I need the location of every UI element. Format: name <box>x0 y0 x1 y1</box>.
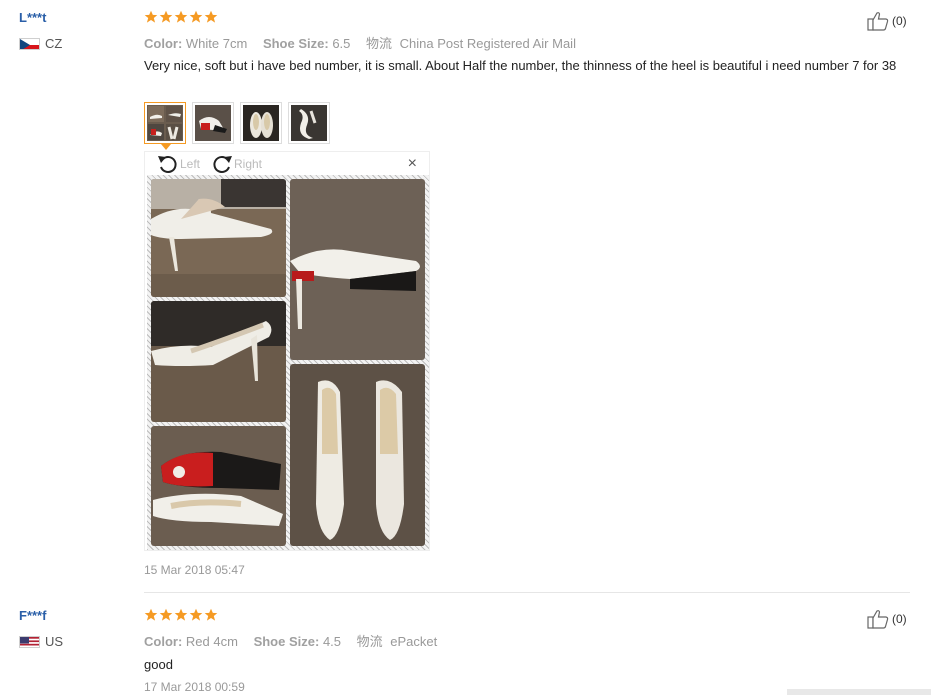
photo-thumbnail[interactable] <box>192 102 234 144</box>
star-icon <box>189 608 203 621</box>
reviewer-country: CZ <box>19 36 62 51</box>
size-value: 4.5 <box>322 634 342 649</box>
enlarged-photo <box>147 175 429 550</box>
order-attributes: Color: Red 4cm Shoe Size: 4.5 物流 ePacket <box>144 631 449 650</box>
shoe-photo-tile <box>151 426 286 546</box>
rotate-left-icon <box>158 156 177 174</box>
shoe-photo-tile <box>290 364 425 546</box>
shipping-label: 物流 <box>366 36 393 51</box>
review-divider <box>144 592 910 593</box>
review-item: L***t CZ Color: White 7cm Shoe Size: 6.5… <box>0 0 931 592</box>
review-photo-thumbnails <box>144 102 330 150</box>
rotate-right-icon <box>213 156 232 174</box>
country-code: US <box>45 634 64 649</box>
photo-thumbnail[interactable] <box>240 102 282 144</box>
photo-thumbnail[interactable] <box>144 102 186 150</box>
photo-thumbnail[interactable] <box>288 102 330 144</box>
star-icon <box>189 10 203 23</box>
reviewer-country: US <box>19 634 63 649</box>
shoe-photo-thumb <box>243 105 279 141</box>
close-icon[interactable]: × <box>408 155 417 173</box>
star-icon <box>159 608 173 621</box>
rotate-right-button[interactable]: Right <box>211 154 262 174</box>
color-label: Color: <box>144 634 183 649</box>
rotate-left-button[interactable]: Left <box>157 154 200 174</box>
viewer-toolbar: Left Right × <box>145 152 429 176</box>
helpful-count: (0) <box>892 612 907 626</box>
review-text: Very nice, soft but i have bed number, i… <box>144 58 897 73</box>
star-rating <box>144 608 218 622</box>
helpful-button[interactable]: (0) <box>867 11 907 31</box>
shoe-photo-thumb <box>147 105 183 141</box>
review-date: 15 Mar 2018 05:47 <box>144 563 245 577</box>
order-attributes: Color: White 7cm Shoe Size: 6.5 物流 China… <box>144 33 588 52</box>
review-item: F***f US Color: Red 4cm Shoe Size: 4.5 物… <box>0 598 931 695</box>
color-label: Color: <box>144 36 183 51</box>
review-date: 17 Mar 2018 00:59 <box>144 680 245 694</box>
review-text: good <box>144 657 173 672</box>
rotate-right-label: Right <box>234 157 263 171</box>
shoe-photo-thumb <box>291 105 327 141</box>
shipping-value: China Post Registered Air Mail <box>399 36 576 51</box>
shoe-photo-tile <box>151 179 286 297</box>
thumbs-up-icon <box>867 12 889 31</box>
horizontal-scrollbar[interactable] <box>787 689 931 695</box>
star-icon <box>204 608 218 621</box>
star-icon <box>144 10 158 23</box>
size-label: Shoe Size: <box>262 36 329 51</box>
helpful-button[interactable]: (0) <box>867 609 907 629</box>
size-value: 6.5 <box>332 36 351 51</box>
star-icon <box>204 10 218 23</box>
flag-cz-icon <box>19 37 40 50</box>
rotate-left-label: Left <box>180 157 201 171</box>
shipping-label: 物流 <box>356 634 383 649</box>
thumbs-up-icon <box>867 610 889 629</box>
shoe-photo-tile <box>151 301 286 422</box>
size-label: Shoe Size: <box>253 634 320 649</box>
star-icon <box>144 608 158 621</box>
photo-viewer: Left Right × <box>144 151 430 551</box>
country-code: CZ <box>45 36 63 51</box>
star-rating <box>144 10 218 24</box>
color-value: Red 4cm <box>185 634 238 649</box>
shoe-photo-tile <box>290 179 425 360</box>
shoe-photo-thumb <box>195 105 231 141</box>
star-icon <box>159 10 173 23</box>
helpful-count: (0) <box>892 14 907 28</box>
reviewer-name: F***f <box>19 608 47 623</box>
star-icon <box>174 608 188 621</box>
shipping-value: ePacket <box>390 634 438 649</box>
flag-us-icon <box>19 635 40 648</box>
reviewer-name: L***t <box>19 10 47 25</box>
star-icon <box>174 10 188 23</box>
active-thumb-indicator <box>161 144 171 150</box>
color-value: White 7cm <box>185 36 248 51</box>
